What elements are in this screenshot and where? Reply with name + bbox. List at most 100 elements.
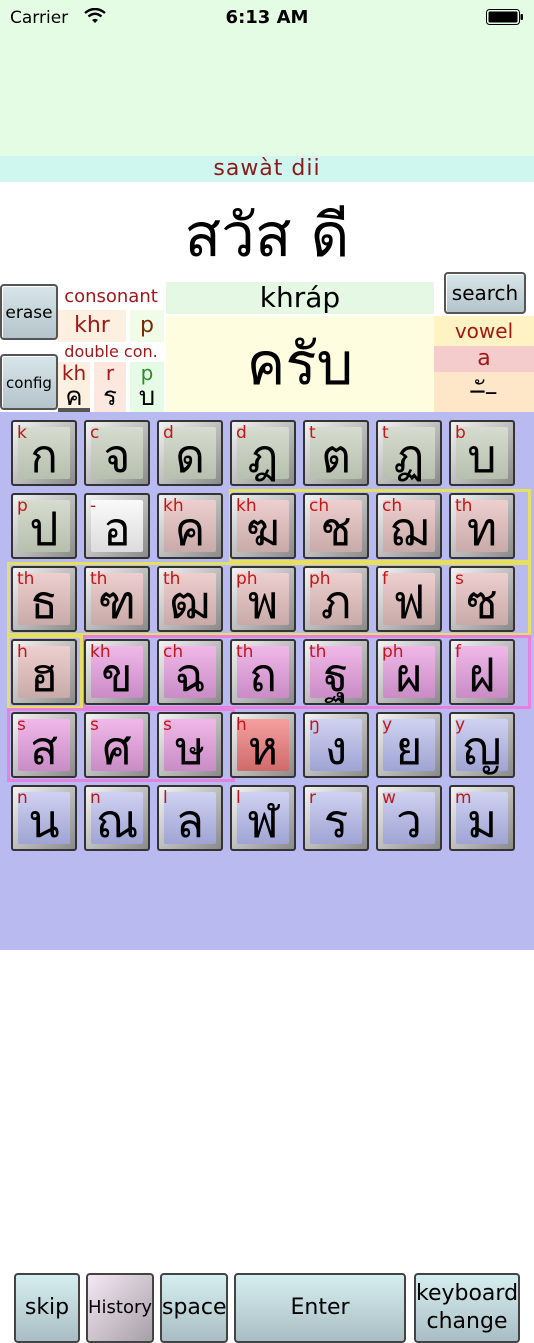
thai-key[interactable]: sษ xyxy=(157,712,223,778)
key-thai-glyph: ฌ xyxy=(389,502,429,556)
current-word-thai: ครับ xyxy=(166,316,434,412)
thai-key[interactable]: kก xyxy=(11,420,77,486)
thai-key[interactable]: lล xyxy=(157,785,223,851)
thai-key[interactable]: sซ xyxy=(449,566,515,632)
erase-button[interactable]: erase xyxy=(0,284,58,340)
thai-key[interactable]: nณ xyxy=(84,785,150,851)
key-thai-glyph: ค xyxy=(174,502,206,556)
thai-key[interactable]: hห xyxy=(230,712,296,778)
thai-key[interactable]: kh ข xyxy=(84,639,150,705)
key-thai-glyph: ฉ xyxy=(174,648,206,702)
thai-key[interactable]: wว xyxy=(376,785,442,851)
search-button[interactable]: search xyxy=(444,272,526,314)
key-thai-glyph: ซ xyxy=(466,575,498,629)
keyboard-change-button[interactable]: keyboard change xyxy=(414,1273,520,1343)
thai-key[interactable]: th ถ xyxy=(230,639,296,705)
thai-key[interactable]: th ฒ xyxy=(157,566,223,632)
thai-key[interactable]: bบ xyxy=(449,420,515,486)
space-button[interactable]: space xyxy=(160,1273,228,1343)
vowel-roman: a xyxy=(434,346,534,372)
history-button[interactable]: History xyxy=(86,1273,154,1343)
key-thai-glyph: ท xyxy=(466,502,498,556)
thai-key[interactable]: dฎ xyxy=(230,420,296,486)
key-thai-glyph: ฮ xyxy=(29,648,59,702)
vowel-label: vowel xyxy=(434,316,534,346)
double-consonant-cell[interactable]: kh ค xyxy=(58,362,90,412)
romanization-bar: sawàt dii xyxy=(0,156,534,182)
key-thai-glyph: ฒ xyxy=(169,575,211,629)
key-thai-glyph: ธ xyxy=(29,575,59,629)
vowel-glyph[interactable]: –ั– xyxy=(434,372,534,412)
key-thai-glyph: บ xyxy=(467,429,497,483)
key-thai-glyph: ฝ xyxy=(468,648,496,702)
skip-button[interactable]: skip xyxy=(14,1273,80,1343)
key-thai-glyph: ญ xyxy=(462,721,502,775)
text-output-area[interactable] xyxy=(0,36,534,156)
key-thai-glyph: น xyxy=(28,794,60,848)
cell-roman: kh xyxy=(61,361,87,385)
thai-key[interactable]: sศ xyxy=(84,712,150,778)
key-thai-glyph: ฏ xyxy=(393,429,425,483)
key-thai-glyph: ฟ xyxy=(392,575,426,629)
double-consonant-cell[interactable]: r ร xyxy=(94,362,126,412)
thai-key[interactable]: dด xyxy=(157,420,223,486)
key-thai-glyph: ผ xyxy=(395,648,423,702)
double-consonant-cell[interactable]: p บ xyxy=(130,362,164,412)
thai-key[interactable]: lฬ xyxy=(230,785,296,851)
thai-key[interactable]: th ท xyxy=(449,493,515,559)
thai-key[interactable]: ch ช xyxy=(303,493,369,559)
key-thai-glyph: อ xyxy=(103,502,131,556)
key-thai-glyph: ฬ xyxy=(247,794,279,848)
thai-key[interactable]: tฏ xyxy=(376,420,442,486)
thai-key[interactable]: cจ xyxy=(84,420,150,486)
key-thai-glyph: ย xyxy=(395,721,423,775)
thai-key[interactable]: th ฐ xyxy=(303,639,369,705)
thai-key[interactable]: pป xyxy=(11,493,77,559)
key-thai-glyph: ฎ xyxy=(247,429,279,483)
cell-thai: ร xyxy=(103,382,117,412)
key-thai-glyph: จ xyxy=(103,429,131,483)
config-button[interactable]: config xyxy=(0,354,58,410)
key-thai-glyph: ษ xyxy=(174,721,206,775)
thai-key[interactable]: tต xyxy=(303,420,369,486)
key-thai-glyph: ฐ xyxy=(323,648,349,702)
key-thai-glyph: ถ xyxy=(249,648,277,702)
thai-key[interactable]: yญ xyxy=(449,712,515,778)
thai-key[interactable]: yย xyxy=(376,712,442,778)
thai-key[interactable]: fฝ xyxy=(449,639,515,705)
consonant-label: consonant xyxy=(64,286,158,307)
thai-key[interactable]: ph ภ xyxy=(303,566,369,632)
final-consonant-roman: p xyxy=(130,310,164,342)
key-thai-glyph: ฑ xyxy=(97,575,137,629)
enter-button[interactable]: Enter xyxy=(234,1273,406,1343)
thai-key[interactable]: ch ฉ xyxy=(157,639,223,705)
key-thai-glyph: ร xyxy=(323,794,349,848)
thai-key[interactable]: ph ผ xyxy=(376,639,442,705)
cell-roman: p xyxy=(140,361,154,385)
key-thai-glyph: ภ xyxy=(320,575,352,629)
thai-key[interactable]: ŋง xyxy=(303,712,369,778)
key-thai-glyph: ต xyxy=(321,429,351,483)
key-thai-glyph: ง xyxy=(324,721,348,775)
key-thai-glyph: พ xyxy=(247,575,279,629)
thai-key[interactable]: -อ xyxy=(84,493,150,559)
current-word-roman: khráp xyxy=(166,282,434,314)
thai-key[interactable]: hฮ xyxy=(11,639,77,705)
thai-key[interactable]: fฟ xyxy=(376,566,442,632)
battery-icon xyxy=(486,9,523,25)
thai-key[interactable]: ch ฌ xyxy=(376,493,442,559)
key-thai-glyph: ม xyxy=(466,794,498,848)
key-thai-glyph: ก xyxy=(30,429,58,483)
thai-key[interactable]: th ธ xyxy=(11,566,77,632)
thai-key[interactable]: ph พ xyxy=(230,566,296,632)
thai-key[interactable]: th ฑ xyxy=(84,566,150,632)
thai-key[interactable]: mม xyxy=(449,785,515,851)
thai-key[interactable]: sส xyxy=(11,712,77,778)
key-thai-glyph: ณ xyxy=(95,794,139,848)
key-thai-glyph: ส xyxy=(29,721,59,775)
thai-key[interactable]: rร xyxy=(303,785,369,851)
key-thai-glyph: ฆ xyxy=(245,502,281,556)
thai-key[interactable]: kh ฆ xyxy=(230,493,296,559)
thai-key[interactable]: kh ค xyxy=(157,493,223,559)
thai-key[interactable]: nน xyxy=(11,785,77,851)
